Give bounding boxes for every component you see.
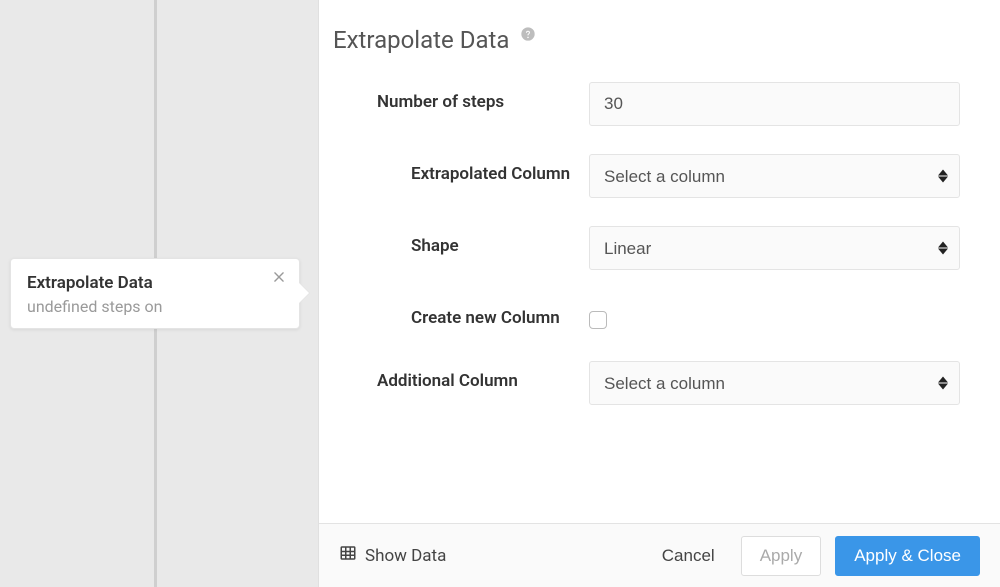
node-card-title: Extrapolate Data <box>27 273 283 293</box>
label-create-new-column: Create new Column <box>359 298 589 328</box>
row-extrapolated-column: Extrapolated Column Select a column <box>359 154 960 198</box>
cancel-button[interactable]: Cancel <box>644 536 733 576</box>
label-additional-column: Additional Column <box>359 361 589 391</box>
panel-body: Number of steps Extrapolated Column Sele… <box>319 64 1000 523</box>
help-icon[interactable] <box>519 25 537 43</box>
extrapolated-column-select[interactable]: Select a column <box>589 154 960 198</box>
node-card-extrapolate[interactable]: Extrapolate Data undefined steps on <box>10 258 300 329</box>
show-data-label: Show Data <box>365 546 446 566</box>
apply-close-button[interactable]: Apply & Close <box>835 536 980 576</box>
shape-select[interactable]: Linear <box>589 226 960 270</box>
apply-button[interactable]: Apply <box>741 536 822 576</box>
config-panel: Extrapolate Data Number of steps Extrapo… <box>318 0 1000 587</box>
close-icon[interactable] <box>269 267 289 287</box>
row-number-of-steps: Number of steps <box>359 82 960 126</box>
number-of-steps-input[interactable] <box>589 82 960 126</box>
show-data-button[interactable]: Show Data <box>339 544 446 567</box>
panel-title: Extrapolate Data <box>333 26 509 54</box>
panel-footer: Show Data Cancel Apply Apply & Close <box>319 523 1000 587</box>
row-create-new-column: Create new Column <box>359 298 960 333</box>
label-shape: Shape <box>359 226 589 256</box>
additional-column-select[interactable]: Select a column <box>589 361 960 405</box>
label-extrapolated-column: Extrapolated Column <box>359 154 589 184</box>
row-shape: Shape Linear <box>359 226 960 270</box>
label-number-of-steps: Number of steps <box>359 82 589 112</box>
row-additional-column: Additional Column Select a column <box>359 361 960 405</box>
table-icon <box>339 544 357 567</box>
create-new-column-checkbox[interactable] <box>589 311 607 329</box>
node-card-subtitle: undefined steps on <box>27 297 283 316</box>
panel-header: Extrapolate Data <box>319 0 1000 64</box>
